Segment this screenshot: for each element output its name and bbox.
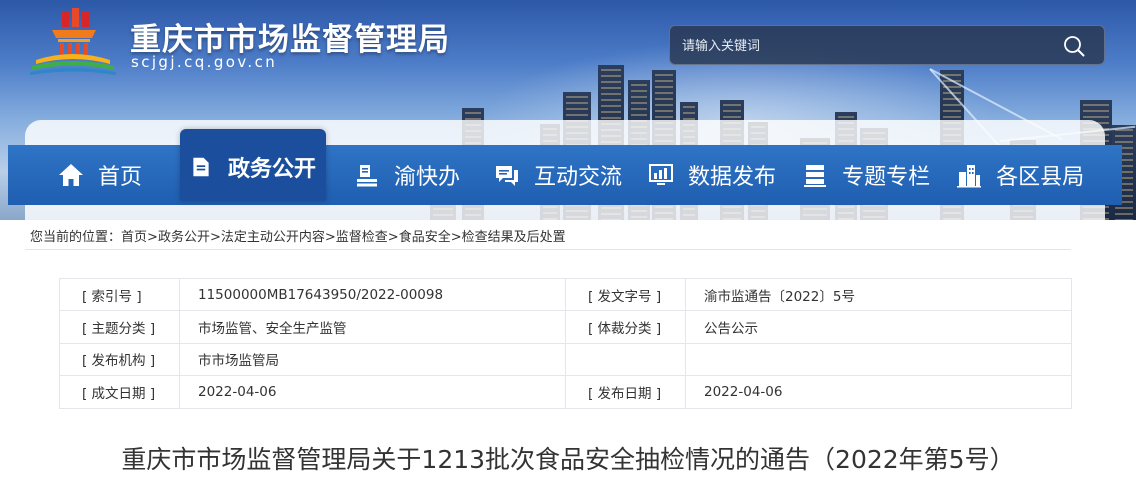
meta-key: [ 索引号 ]	[59, 277, 180, 312]
document-metadata-table: [ 索引号 ] 11500000MB17643950/2022-00098 [ …	[59, 277, 1072, 409]
breadcrumb-separator: >	[387, 230, 399, 245]
server-icon	[804, 165, 827, 187]
nav-label: 渝快办	[394, 165, 461, 190]
nav-label: 政务公开	[228, 157, 317, 182]
nav-item-yukuaiban[interactable]: 渝快办	[354, 145, 460, 205]
meta-key: [ 主题分类 ]	[59, 310, 180, 344]
site-domain: scjgj.cq.gov.cn	[131, 53, 278, 71]
nav-label: 各区县局	[996, 165, 1085, 190]
table-row: [ 索引号 ] 11500000MB17643950/2022-00098 [ …	[59, 277, 1072, 312]
meta-value	[685, 342, 1072, 377]
breadcrumb: 您当前的位置：首页>政务公开>法定主动公开内容>监督检查>食品安全>检查结果及后…	[30, 226, 566, 245]
search-box	[669, 25, 1105, 65]
meta-value: 2022-04-06	[685, 375, 1072, 409]
breadcrumb-separator: >	[147, 230, 158, 245]
bureau-logo-icon	[30, 8, 116, 75]
table-row: [ 发布机构 ] 市市场监管局	[59, 342, 1072, 377]
article-title: 重庆市市场监督管理局关于1213批次食品安全抽检情况的通告（2022年第5号）	[121, 445, 1015, 474]
nav-label: 互动交流	[534, 165, 623, 190]
breadcrumb-link[interactable]: 首页	[121, 230, 147, 245]
meta-key: [ 发文字号 ]	[565, 277, 686, 312]
nav-label: 首页	[98, 165, 143, 190]
meta-key: [ 成文日期 ]	[59, 375, 180, 409]
nav-item-special-topics[interactable]: 专题专栏	[802, 145, 930, 205]
meta-value: 市市场监管局	[179, 342, 566, 377]
meta-key: [ 发布日期 ]	[565, 375, 686, 409]
breadcrumb-separator: >	[450, 230, 462, 245]
home-icon	[59, 164, 83, 186]
breadcrumb-link[interactable]: 监督检查	[336, 230, 388, 245]
meta-value: 11500000MB17643950/2022-00098	[179, 277, 566, 312]
breadcrumb-prefix: 您当前的位置：	[30, 230, 122, 245]
table-row: [ 成文日期 ] 2022-04-06 [ 发布日期 ] 2022-04-06	[59, 375, 1072, 409]
breadcrumb-link[interactable]: 政务公开	[158, 230, 210, 245]
buildings-icon	[957, 165, 982, 188]
table-row: [ 主题分类 ] 市场监管、安全生产监管 [ 体裁分类 ] 公告公示	[59, 310, 1072, 344]
meta-value: 2022-04-06	[179, 375, 566, 409]
meta-key: [ 体裁分类 ]	[565, 310, 686, 344]
breadcrumb-separator: >	[209, 230, 221, 245]
stack-icon	[357, 165, 378, 187]
search-icon[interactable]	[1062, 34, 1086, 58]
search-input[interactable]	[682, 35, 1042, 57]
meta-key: [ 发布机构 ]	[59, 342, 180, 377]
meta-value: 市场监管、安全生产监管	[179, 310, 566, 344]
nav-item-data-release[interactable]: 数据发布	[648, 145, 776, 205]
breadcrumb-link[interactable]: 食品安全	[399, 230, 451, 245]
meta-key	[565, 342, 686, 377]
breadcrumb-link[interactable]: 检查结果及后处置	[462, 230, 566, 245]
nav-item-interaction[interactable]: 互动交流	[494, 145, 622, 205]
breadcrumb-divider	[25, 249, 1071, 250]
breadcrumb-link[interactable]: 法定主动公开内容	[221, 230, 325, 245]
chart-icon	[649, 164, 674, 185]
meta-value: 渝市监通告〔2022〕5号	[685, 277, 1072, 312]
breadcrumb-separator: >	[324, 230, 336, 245]
nav-item-districts[interactable]: 各区县局	[956, 145, 1084, 205]
chat-icon	[496, 166, 519, 186]
document-icon	[193, 157, 209, 177]
nav-label: 数据发布	[688, 165, 777, 190]
main-nav: 首页 政务公开 渝快办 互动交流 数据发布 专题专栏 各区县局	[8, 129, 1122, 205]
nav-label: 专题专栏	[842, 165, 931, 190]
nav-item-home[interactable]: 首页	[58, 145, 142, 205]
nav-item-government-affairs[interactable]: 政务公开	[180, 129, 327, 201]
meta-value: 公告公示	[685, 310, 1072, 344]
